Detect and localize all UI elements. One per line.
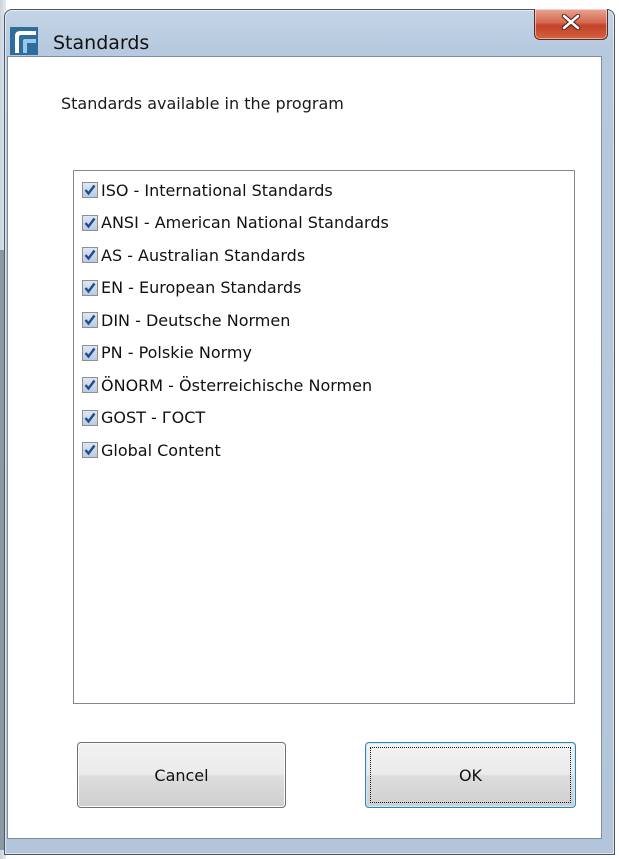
list-item-label: Global Content bbox=[101, 440, 221, 460]
ok-button[interactable]: OK bbox=[365, 742, 576, 808]
cancel-button[interactable]: Cancel bbox=[77, 742, 286, 808]
checkbox[interactable] bbox=[82, 442, 98, 458]
list-item-label: AS - Australian Standards bbox=[101, 245, 306, 265]
checkbox[interactable] bbox=[82, 214, 98, 231]
list-item-label: DIN - Deutsche Normen bbox=[101, 310, 291, 330]
list-item[interactable]: DIN - Deutsche Normen bbox=[82, 309, 290, 331]
list-item-label: GOST - ГОСТ bbox=[101, 408, 206, 427]
list-item-label: EN - European Standards bbox=[101, 278, 302, 297]
checkmark-icon bbox=[84, 347, 96, 358]
checkmark-icon bbox=[84, 249, 96, 261]
description-label: Standards available in the program bbox=[61, 94, 344, 113]
checkmark-icon bbox=[84, 217, 96, 228]
checkbox[interactable] bbox=[82, 409, 98, 426]
list-item-label: ANSI - American National Standards bbox=[101, 213, 389, 232]
list-item-label: ÖNORM - Österreichische Normen bbox=[101, 375, 373, 395]
checkbox[interactable] bbox=[82, 344, 98, 361]
checkmark-icon bbox=[84, 379, 96, 391]
list-item[interactable]: EN - European Standards bbox=[82, 277, 301, 299]
checkbox[interactable] bbox=[82, 247, 98, 263]
list-item-label: PN - Polskie Normy bbox=[101, 343, 252, 362]
list-item-label: ISO - International Standards bbox=[101, 180, 333, 200]
checkbox[interactable] bbox=[82, 377, 98, 393]
list-item[interactable]: AS - Australian Standards bbox=[82, 244, 305, 266]
cancel-button-label: Cancel bbox=[154, 765, 209, 785]
close-button[interactable] bbox=[534, 9, 608, 40]
checkmark-icon bbox=[84, 282, 96, 293]
checkmark-icon bbox=[84, 412, 96, 423]
list-item[interactable]: PN - Polskie Normy bbox=[82, 342, 252, 364]
window-title: Standards bbox=[53, 32, 150, 54]
ok-button-label: OK bbox=[458, 765, 483, 785]
checkbox[interactable] bbox=[82, 182, 98, 198]
app-logo-icon bbox=[10, 27, 38, 55]
list-item[interactable]: ANSI - American National Standards bbox=[82, 212, 389, 234]
list-item[interactable]: ÖNORM - Österreichische Normen bbox=[82, 374, 372, 396]
checkbox[interactable] bbox=[82, 312, 98, 328]
list-item[interactable]: ISO - International Standards bbox=[82, 179, 333, 201]
checkbox[interactable] bbox=[82, 279, 98, 296]
list-item[interactable]: GOST - ГОСТ bbox=[82, 407, 205, 429]
checkmark-icon bbox=[84, 184, 96, 196]
list-item[interactable]: Global Content bbox=[82, 439, 221, 461]
checkmark-icon bbox=[84, 444, 96, 456]
checkmark-icon bbox=[84, 314, 96, 326]
close-icon bbox=[561, 13, 581, 34]
standards-listbox[interactable]: ISO - International Standards ANSI - Amer… bbox=[73, 170, 575, 704]
